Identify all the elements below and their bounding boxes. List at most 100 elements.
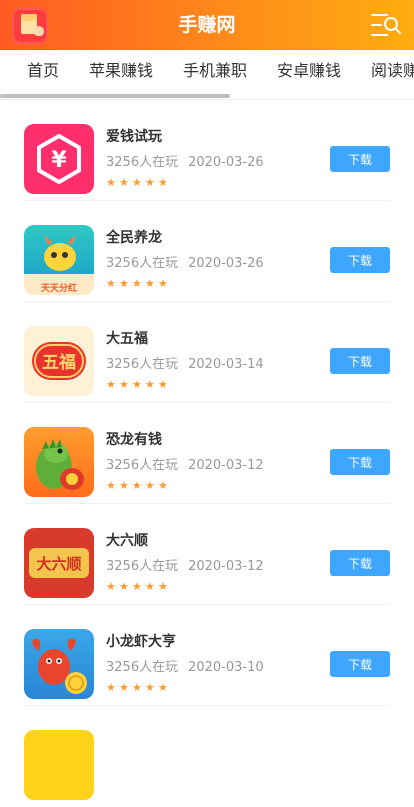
list-item[interactable]: 五福 大五福 3256人在玩 2020-03-14 ★ ★ ★ ★ ★ 下载 [0, 302, 414, 403]
rating-stars: ★ ★ ★ ★ ★ [106, 676, 171, 693]
app-meta: 3256人在玩 2020-03-26 [106, 252, 264, 271]
star-icon: ★ [158, 479, 168, 492]
app-icon-aiqian[interactable]: ¥ [24, 124, 94, 194]
star-icon: ★ [132, 277, 142, 290]
players-count: 3256人在玩 [106, 256, 179, 271]
players-count: 3256人在玩 [106, 357, 179, 372]
app-meta: 3256人在玩 2020-03-14 [106, 353, 264, 372]
menu-search-icon[interactable] [370, 12, 402, 38]
list-item[interactable]: 天天分红 全民养龙 3256人在玩 2020-03-26 ★ ★ ★ ★ ★ 下载 [0, 201, 414, 302]
list-item[interactable]: ¥ 爱钱试玩 3256人在玩 2020-03-26 ★ ★ ★ ★ ★ 下载 [0, 100, 414, 201]
app-meta: 3256人在玩 2020-03-26 [106, 151, 264, 170]
list-item[interactable] [0, 706, 414, 807]
star-icon: ★ [145, 176, 155, 189]
daliushun-badge-icon: 大六顺 [29, 548, 89, 578]
star-icon: ★ [106, 176, 116, 189]
star-icon: ★ [132, 681, 142, 694]
players-count: 3256人在玩 [106, 458, 179, 473]
players-count: 3256人在玩 [106, 660, 179, 675]
star-icon: ★ [132, 580, 142, 593]
star-icon: ★ [158, 176, 168, 189]
star-icon: ★ [106, 580, 116, 593]
update-date: 2020-03-14 [188, 357, 264, 372]
update-date: 2020-03-12 [188, 559, 264, 574]
star-icon: ★ [145, 580, 155, 593]
svg-text:¥: ¥ [51, 148, 67, 173]
download-button[interactable]: 下载 [330, 348, 390, 374]
app-icon-dawufu[interactable]: 五福 [24, 326, 94, 396]
list-item[interactable]: 恐龙有钱 3256人在玩 2020-03-12 ★ ★ ★ ★ ★ 下载 [0, 403, 414, 504]
star-icon: ★ [145, 277, 155, 290]
tabs-scrollbar[interactable] [0, 94, 230, 98]
yuan-hexagon-icon: ¥ [37, 134, 81, 184]
app-name: 全民养龙 [106, 230, 162, 246]
list-item[interactable]: 大六顺 大六顺 3256人在玩 2020-03-12 ★ ★ ★ ★ ★ 下载 [0, 504, 414, 605]
page-title: 手赚网 [178, 14, 236, 36]
star-icon: ★ [145, 479, 155, 492]
download-button[interactable]: 下载 [330, 247, 390, 273]
update-date: 2020-03-26 [188, 155, 264, 170]
rating-stars: ★ ★ ★ ★ ★ [106, 171, 171, 188]
star-icon: ★ [158, 580, 168, 593]
star-icon: ★ [106, 378, 116, 391]
star-icon: ★ [119, 479, 129, 492]
star-icon: ★ [145, 681, 155, 694]
star-icon: ★ [119, 681, 129, 694]
svg-text:天天分红: 天天分红 [41, 282, 77, 294]
tab-android-earn[interactable]: 安卓赚钱 [277, 50, 341, 92]
dinosaur-icon [36, 439, 84, 490]
download-button[interactable]: 下载 [330, 146, 390, 172]
star-icon: ★ [132, 479, 142, 492]
update-date: 2020-03-10 [188, 660, 264, 675]
app-header: 手赚网 [0, 0, 414, 50]
update-date: 2020-03-26 [188, 256, 264, 271]
star-icon: ★ [158, 277, 168, 290]
svg-text:大六顺: 大六顺 [36, 555, 81, 573]
star-icon: ★ [158, 378, 168, 391]
star-icon: ★ [119, 176, 129, 189]
crayfish-icon [32, 638, 87, 694]
players-count: 3256人在玩 [106, 155, 179, 170]
app-icon-daliushun[interactable]: 大六顺 [24, 528, 94, 598]
app-icon-konglong-youqian[interactable] [24, 427, 94, 497]
app-meta: 3256人在玩 2020-03-12 [106, 454, 264, 473]
rating-stars: ★ ★ ★ ★ ★ [106, 474, 171, 491]
tab-home[interactable]: 首页 [27, 50, 59, 92]
app-name: 小龙虾大亨 [106, 634, 176, 650]
app-name: 爱钱试玩 [106, 129, 162, 145]
rating-stars: ★ ★ ★ ★ ★ [106, 272, 171, 289]
rating-stars: ★ ★ ★ ★ ★ [106, 373, 171, 390]
star-icon: ★ [106, 479, 116, 492]
star-icon: ★ [106, 681, 116, 694]
star-icon: ★ [119, 378, 129, 391]
download-button[interactable]: 下载 [330, 651, 390, 677]
app-name: 大五福 [106, 331, 148, 347]
rating-stars: ★ ★ ★ ★ ★ [106, 575, 171, 592]
download-button[interactable]: 下载 [330, 550, 390, 576]
app-icon-xiaolongxia-daheng[interactable] [24, 629, 94, 699]
app-name: 恐龙有钱 [106, 432, 162, 448]
star-icon: ★ [132, 176, 142, 189]
star-icon: ★ [132, 378, 142, 391]
app-icon-partial[interactable] [24, 730, 94, 800]
category-tabs: 首页 苹果赚钱 手机兼职 安卓赚钱 阅读赚 [0, 50, 414, 100]
update-date: 2020-03-12 [188, 458, 264, 473]
svg-text:五福: 五福 [42, 352, 76, 373]
star-icon: ★ [119, 580, 129, 593]
tab-reading-earn[interactable]: 阅读赚 [371, 50, 414, 92]
star-icon: ★ [145, 378, 155, 391]
app-icon-quanmin-yanglong[interactable]: 天天分红 [24, 225, 94, 295]
star-icon: ★ [119, 277, 129, 290]
tab-apple-earn[interactable]: 苹果赚钱 [89, 50, 153, 92]
players-count: 3256人在玩 [106, 559, 179, 574]
star-icon: ★ [106, 277, 116, 290]
tab-mobile-parttime[interactable]: 手机兼职 [183, 50, 247, 92]
list-item[interactable]: 小龙虾大亨 3256人在玩 2020-03-10 ★ ★ ★ ★ ★ 下载 [0, 605, 414, 706]
dragon-icon: 天天分红 [30, 235, 88, 294]
wufu-badge-icon: 五福 [32, 342, 86, 380]
star-icon: ★ [158, 681, 168, 694]
app-name: 大六顺 [106, 533, 148, 549]
app-meta: 3256人在玩 2020-03-10 [106, 656, 264, 675]
app-meta: 3256人在玩 2020-03-12 [106, 555, 264, 574]
download-button[interactable]: 下载 [330, 449, 390, 475]
